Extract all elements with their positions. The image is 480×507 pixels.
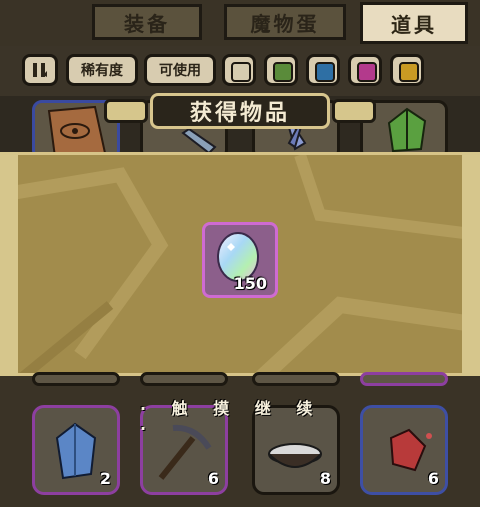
color-filter-green[interactable] — [264, 54, 298, 86]
inventory-slot-partial — [140, 372, 228, 386]
reward-count: 150 — [233, 274, 267, 293]
title-ribbon-left — [104, 99, 148, 123]
color-filter-purple[interactable] — [348, 54, 382, 86]
swatch-white — [231, 62, 251, 82]
swatch-green — [273, 62, 293, 82]
touch-to-continue-text[interactable]: · 触 摸 继 续 · — [140, 399, 340, 438]
inventory-slot-partial — [32, 372, 120, 386]
popup-right-edge — [462, 152, 480, 376]
popup-left-edge — [0, 152, 18, 376]
popup-title-banner: 获得物品 — [150, 93, 330, 129]
inventory-slot-partial — [360, 372, 448, 386]
tab-items-label: 道具 — [391, 12, 437, 37]
color-filter-orange[interactable] — [390, 54, 424, 86]
continue-label: · 触 摸 继 续 · — [140, 398, 323, 438]
item-quantity: 8 — [319, 469, 331, 488]
inventory-slot-red-gem[interactable]: 6 — [360, 405, 448, 495]
title-ribbon-right — [332, 99, 376, 123]
item-quantity: 6 — [427, 469, 439, 488]
tab-equipment[interactable]: 装备 — [92, 4, 202, 40]
rarity-filter-label: 稀有度 — [81, 63, 123, 79]
usable-filter-label: 可使用 — [159, 63, 201, 79]
color-filter-white[interactable] — [222, 54, 256, 86]
tab-monster-egg-label: 魔物蛋 — [250, 11, 320, 36]
sort-toggle-button[interactable] — [22, 54, 58, 86]
pause-sort-icon — [33, 63, 47, 77]
inventory-slot-blue-crystal[interactable]: 2 — [32, 405, 120, 495]
rarity-filter-button[interactable]: 稀有度 — [66, 54, 138, 86]
tab-items[interactable]: 道具 — [360, 2, 468, 44]
tab-monster-egg[interactable]: 魔物蛋 — [224, 4, 346, 40]
swatch-purple — [357, 62, 377, 82]
popup-title: 获得物品 — [189, 101, 290, 126]
color-filter-blue[interactable] — [306, 54, 340, 86]
reward-item-slot[interactable]: 150 — [202, 222, 278, 298]
item-quantity: 6 — [207, 469, 219, 488]
item-quantity: 2 — [99, 469, 111, 488]
swatch-blue — [315, 62, 335, 82]
inventory-slot-partial — [252, 372, 340, 386]
usable-filter-button[interactable]: 可使用 — [144, 54, 216, 86]
tab-equipment-label: 装备 — [124, 11, 170, 36]
swatch-orange — [399, 62, 419, 82]
